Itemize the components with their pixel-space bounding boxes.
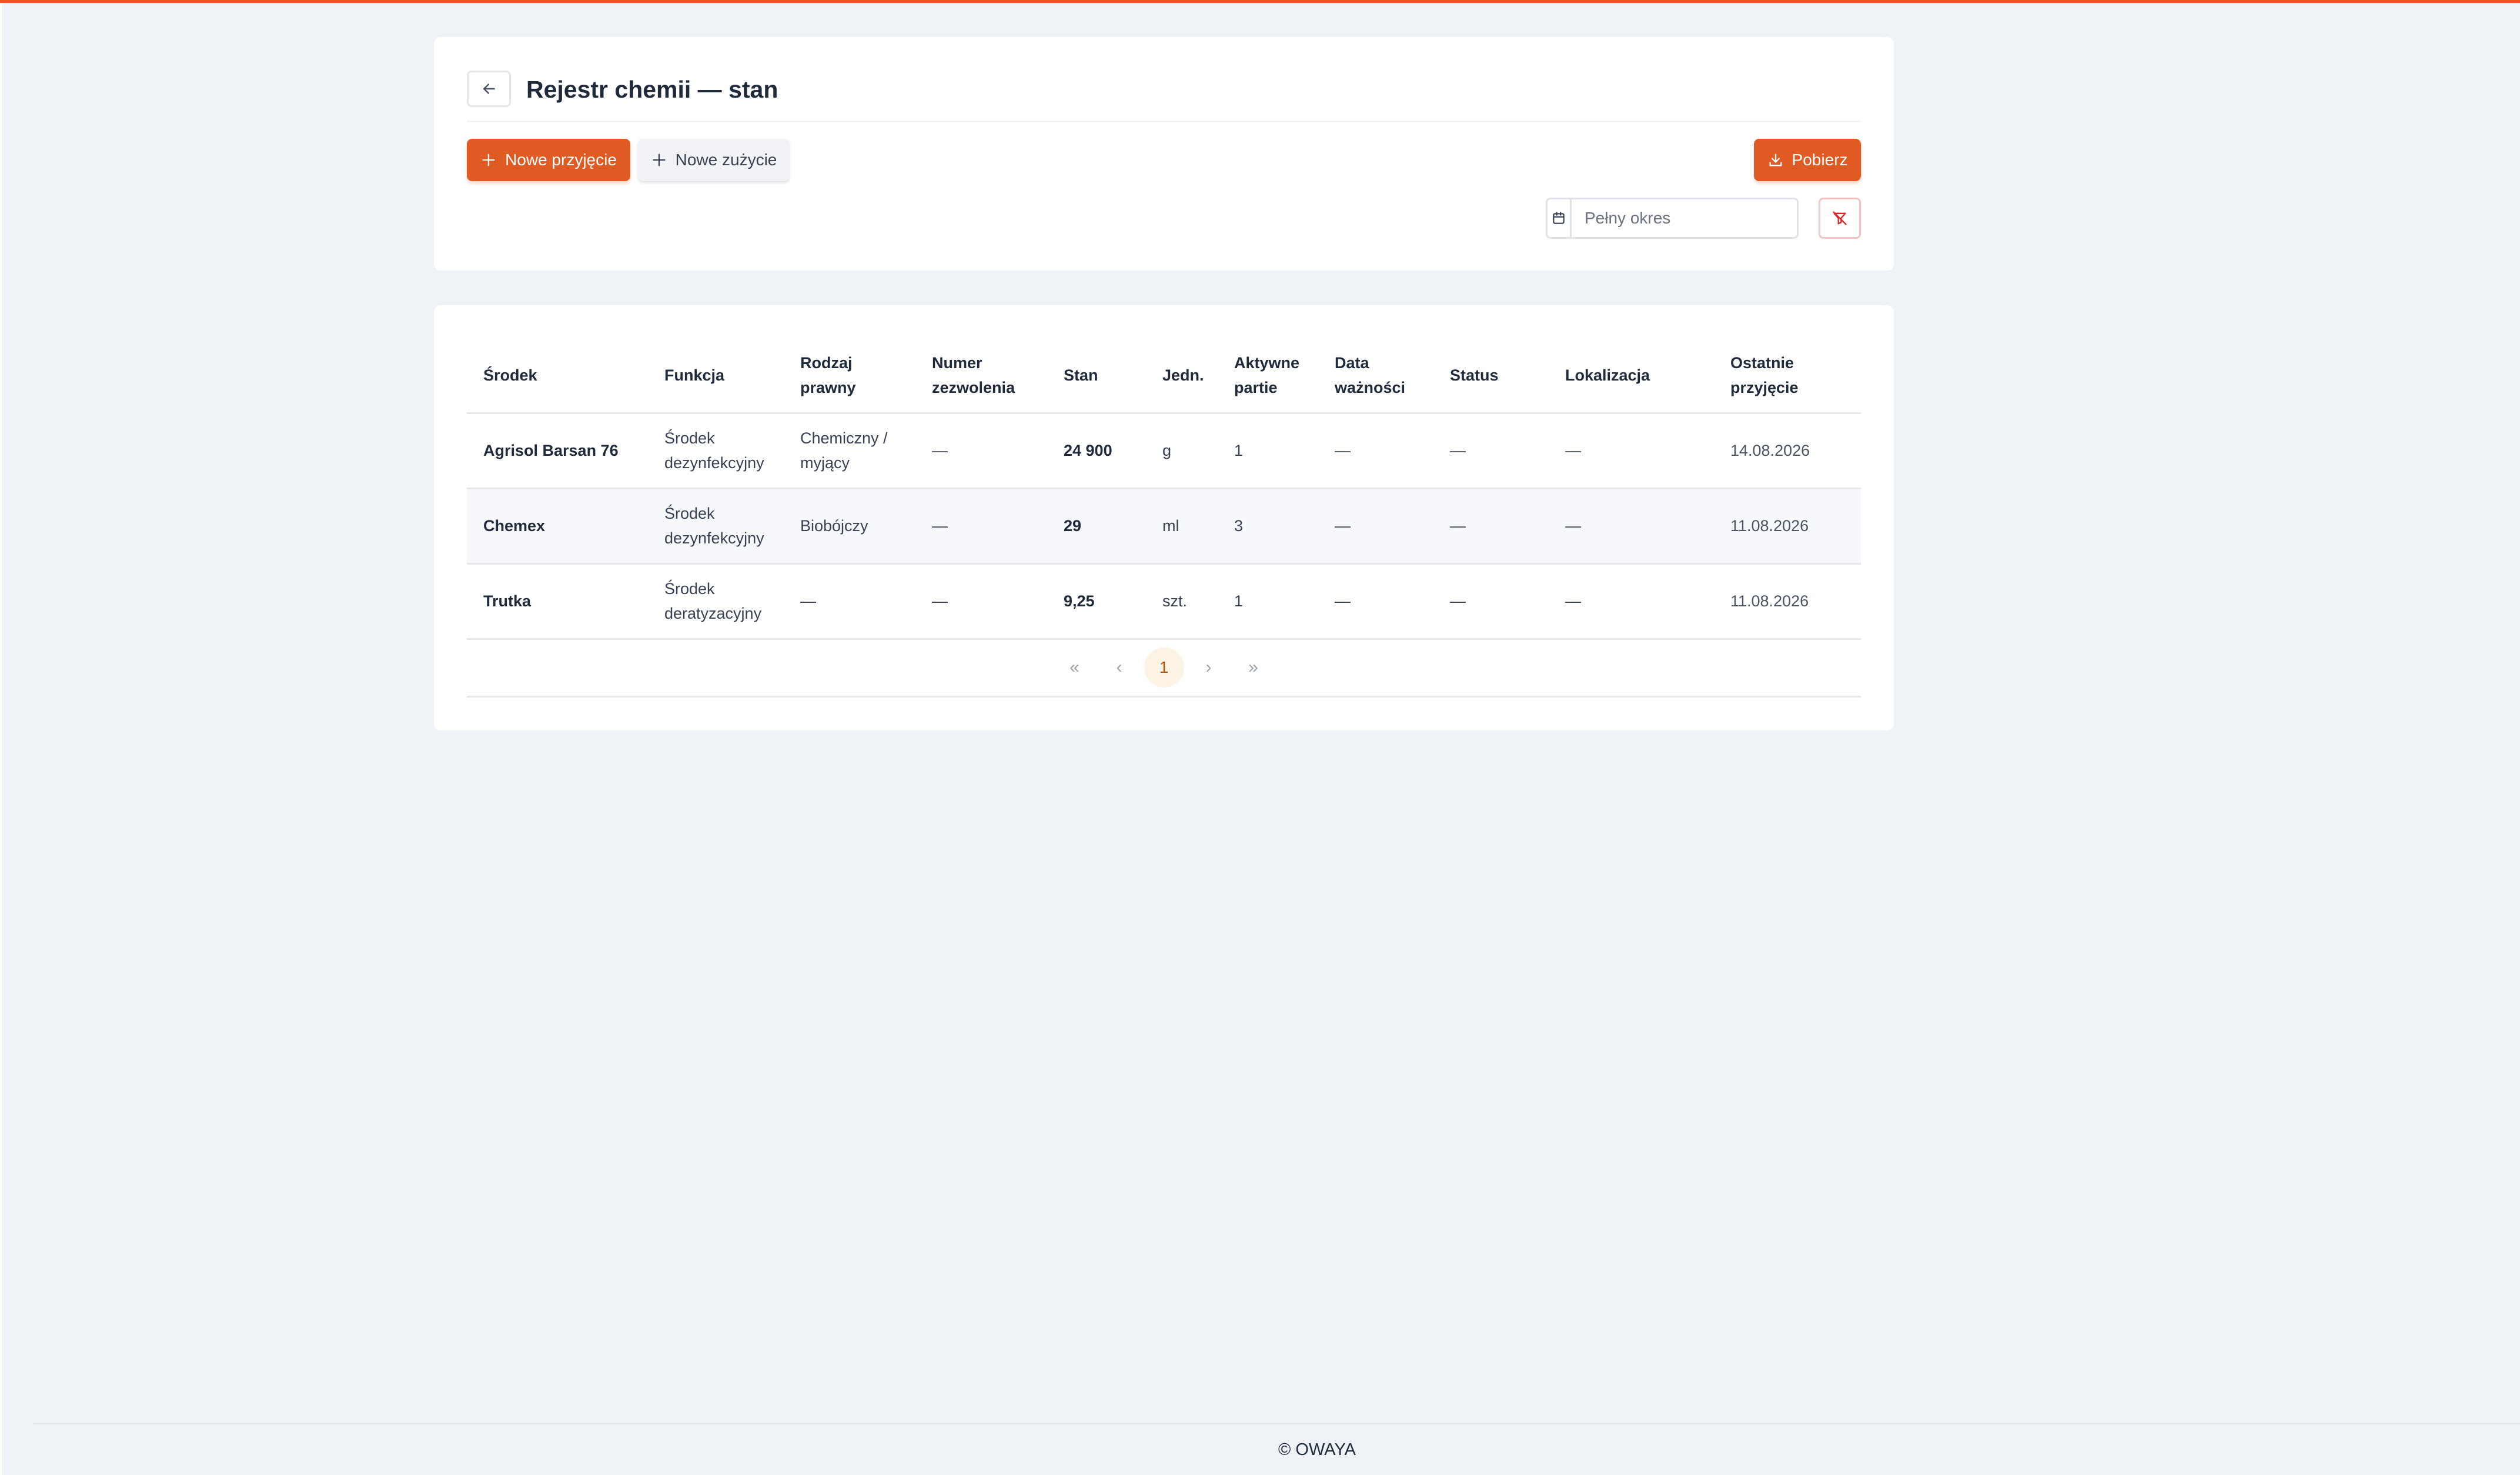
active-batches-cell: 1 xyxy=(1218,413,1318,489)
new-intake-label: Nowe przyjęcie xyxy=(505,151,617,169)
stock-table-card: Środek Funkcja Rodzaj prawny Numer zezwolenia… xyxy=(434,305,1894,730)
column-header: Jedn. xyxy=(1146,338,1218,414)
next-page-button[interactable]: › xyxy=(1187,648,1231,687)
column-header-label: Ostatnie xyxy=(1730,353,1794,372)
new-intake-button[interactable]: Nowe przyjęcie xyxy=(467,139,630,181)
column-header-label: Rodzaj xyxy=(800,353,853,372)
column-header-label: prawny xyxy=(800,378,856,396)
last-intake-cell: 11.08.2026 xyxy=(1714,563,1861,640)
column-header-label: Stan xyxy=(1064,366,1098,384)
plus-icon xyxy=(482,153,495,166)
footer-copyright: © OWAYA xyxy=(1278,1440,1356,1459)
status-cell: — xyxy=(1433,563,1549,640)
product-name-cell: Chemex xyxy=(467,488,648,565)
date-range-input[interactable] xyxy=(1572,199,1797,237)
table-row[interactable]: Chemex Środek dezynfekcyjny Biobójczy —29 ml 3… xyxy=(467,488,1861,565)
unit-cell: ml xyxy=(1146,488,1218,565)
last-intake-cell: 11.08.2026 xyxy=(1714,488,1861,565)
column-header-label: Środek xyxy=(483,366,537,384)
function-cell: Środek deratyzacyjny xyxy=(648,563,784,640)
table-row[interactable]: Trutka Środek deratyzacyjny — —9,25 szt. 1— — —1… xyxy=(467,563,1861,640)
product-name-cell: Trutka xyxy=(467,563,648,640)
product-name-cell: Agrisol Barsan 76 xyxy=(467,413,648,489)
column-header-label: Jedn. xyxy=(1162,366,1204,384)
header-card: Rejestr chemii — stan Nowe przyjęcie Now… xyxy=(434,37,1894,271)
function-cell: Środek dezynfekcyjny xyxy=(648,413,784,489)
column-header: Data ważności xyxy=(1318,338,1433,414)
unit-cell: g xyxy=(1146,413,1218,489)
top-accent-bar xyxy=(0,0,2520,3)
column-header: Status xyxy=(1433,338,1549,414)
unit-cell: szt. xyxy=(1146,563,1218,640)
new-usage-button[interactable]: Nowe zużycie xyxy=(638,139,790,181)
column-header-label: ważności xyxy=(1335,378,1406,396)
clear-filter-button[interactable] xyxy=(1819,198,1861,239)
active-batches-cell: 3 xyxy=(1218,488,1318,565)
new-usage-label: Nowe zużycie xyxy=(675,151,777,169)
first-page-button[interactable]: « xyxy=(1052,648,1097,687)
title-divider xyxy=(467,121,1861,122)
column-header: Ostatnie przyjęcie xyxy=(1714,338,1861,414)
legal-type-cell: Chemiczny / myjący xyxy=(784,413,915,489)
column-header-label: zezwolenia xyxy=(932,378,1015,396)
filter-clear-icon xyxy=(1833,211,1847,225)
column-header-label: Numer xyxy=(932,353,982,372)
column-header-label: Status xyxy=(1450,366,1499,384)
back-button[interactable] xyxy=(467,71,511,107)
left-edge xyxy=(0,3,2,1475)
date-range-picker[interactable] xyxy=(1546,198,1799,239)
stock-cell: 9,25 xyxy=(1047,563,1146,640)
permit-number-cell: — xyxy=(915,488,1047,565)
column-header: Rodzaj prawny xyxy=(784,338,915,414)
pagination: « ‹ 1 › » xyxy=(467,639,1861,698)
active-batches-cell: 1 xyxy=(1218,563,1318,640)
permit-number-cell: — xyxy=(915,563,1047,640)
arrow-left-icon xyxy=(483,84,495,94)
download-label: Pobierz xyxy=(1792,151,1848,169)
download-button[interactable]: Pobierz xyxy=(1754,139,1861,181)
column-header: Numer zezwolenia xyxy=(915,338,1047,414)
table-header-row: Środek Funkcja Rodzaj prawny Numer zezwolenia… xyxy=(467,338,1861,414)
column-header: Stan xyxy=(1047,338,1146,414)
footer-divider xyxy=(33,1423,2520,1424)
status-cell: — xyxy=(1433,488,1549,565)
page-title: Rejestr chemii — stan xyxy=(526,76,778,103)
location-cell: — xyxy=(1549,563,1714,640)
prev-page-button[interactable]: ‹ xyxy=(1097,648,1142,687)
column-header: Środek xyxy=(467,338,648,414)
column-header: Lokalizacja xyxy=(1549,338,1714,414)
column-header-label: partie xyxy=(1234,378,1278,396)
stock-cell: 24 900 xyxy=(1047,413,1146,489)
chemicals-table: Środek Funkcja Rodzaj prawny Numer zezwolenia… xyxy=(467,338,1861,640)
download-icon xyxy=(1769,153,1782,166)
expiry-date-cell: — xyxy=(1318,413,1433,489)
column-header-label: Data xyxy=(1335,353,1369,372)
legal-type-cell: Biobójczy xyxy=(784,488,915,565)
legal-type-cell: — xyxy=(784,563,915,640)
calendar-icon[interactable] xyxy=(1548,199,1572,237)
stock-cell: 29 xyxy=(1047,488,1146,565)
last-page-button[interactable]: » xyxy=(1231,648,1276,687)
last-intake-cell: 14.08.2026 xyxy=(1714,413,1861,489)
location-cell: — xyxy=(1549,413,1714,489)
expiry-date-cell: — xyxy=(1318,488,1433,565)
permit-number-cell: — xyxy=(915,413,1047,489)
column-header-label: przyjęcie xyxy=(1730,378,1799,396)
column-header: Aktywne partie xyxy=(1218,338,1318,414)
status-cell: — xyxy=(1433,413,1549,489)
column-header-label: Lokalizacja xyxy=(1565,366,1650,384)
current-page-button[interactable]: 1 xyxy=(1144,648,1184,688)
column-header: Funkcja xyxy=(648,338,784,414)
function-cell: Środek dezynfekcyjny xyxy=(648,488,784,565)
location-cell: — xyxy=(1549,488,1714,565)
expiry-date-cell: — xyxy=(1318,563,1433,640)
column-header-label: Aktywne xyxy=(1234,353,1300,372)
plus-icon xyxy=(653,153,666,166)
table-row[interactable]: Agrisol Barsan 76 Środek dezynfekcyjny Chem… xyxy=(467,413,1861,489)
column-header-label: Funkcja xyxy=(664,366,725,384)
